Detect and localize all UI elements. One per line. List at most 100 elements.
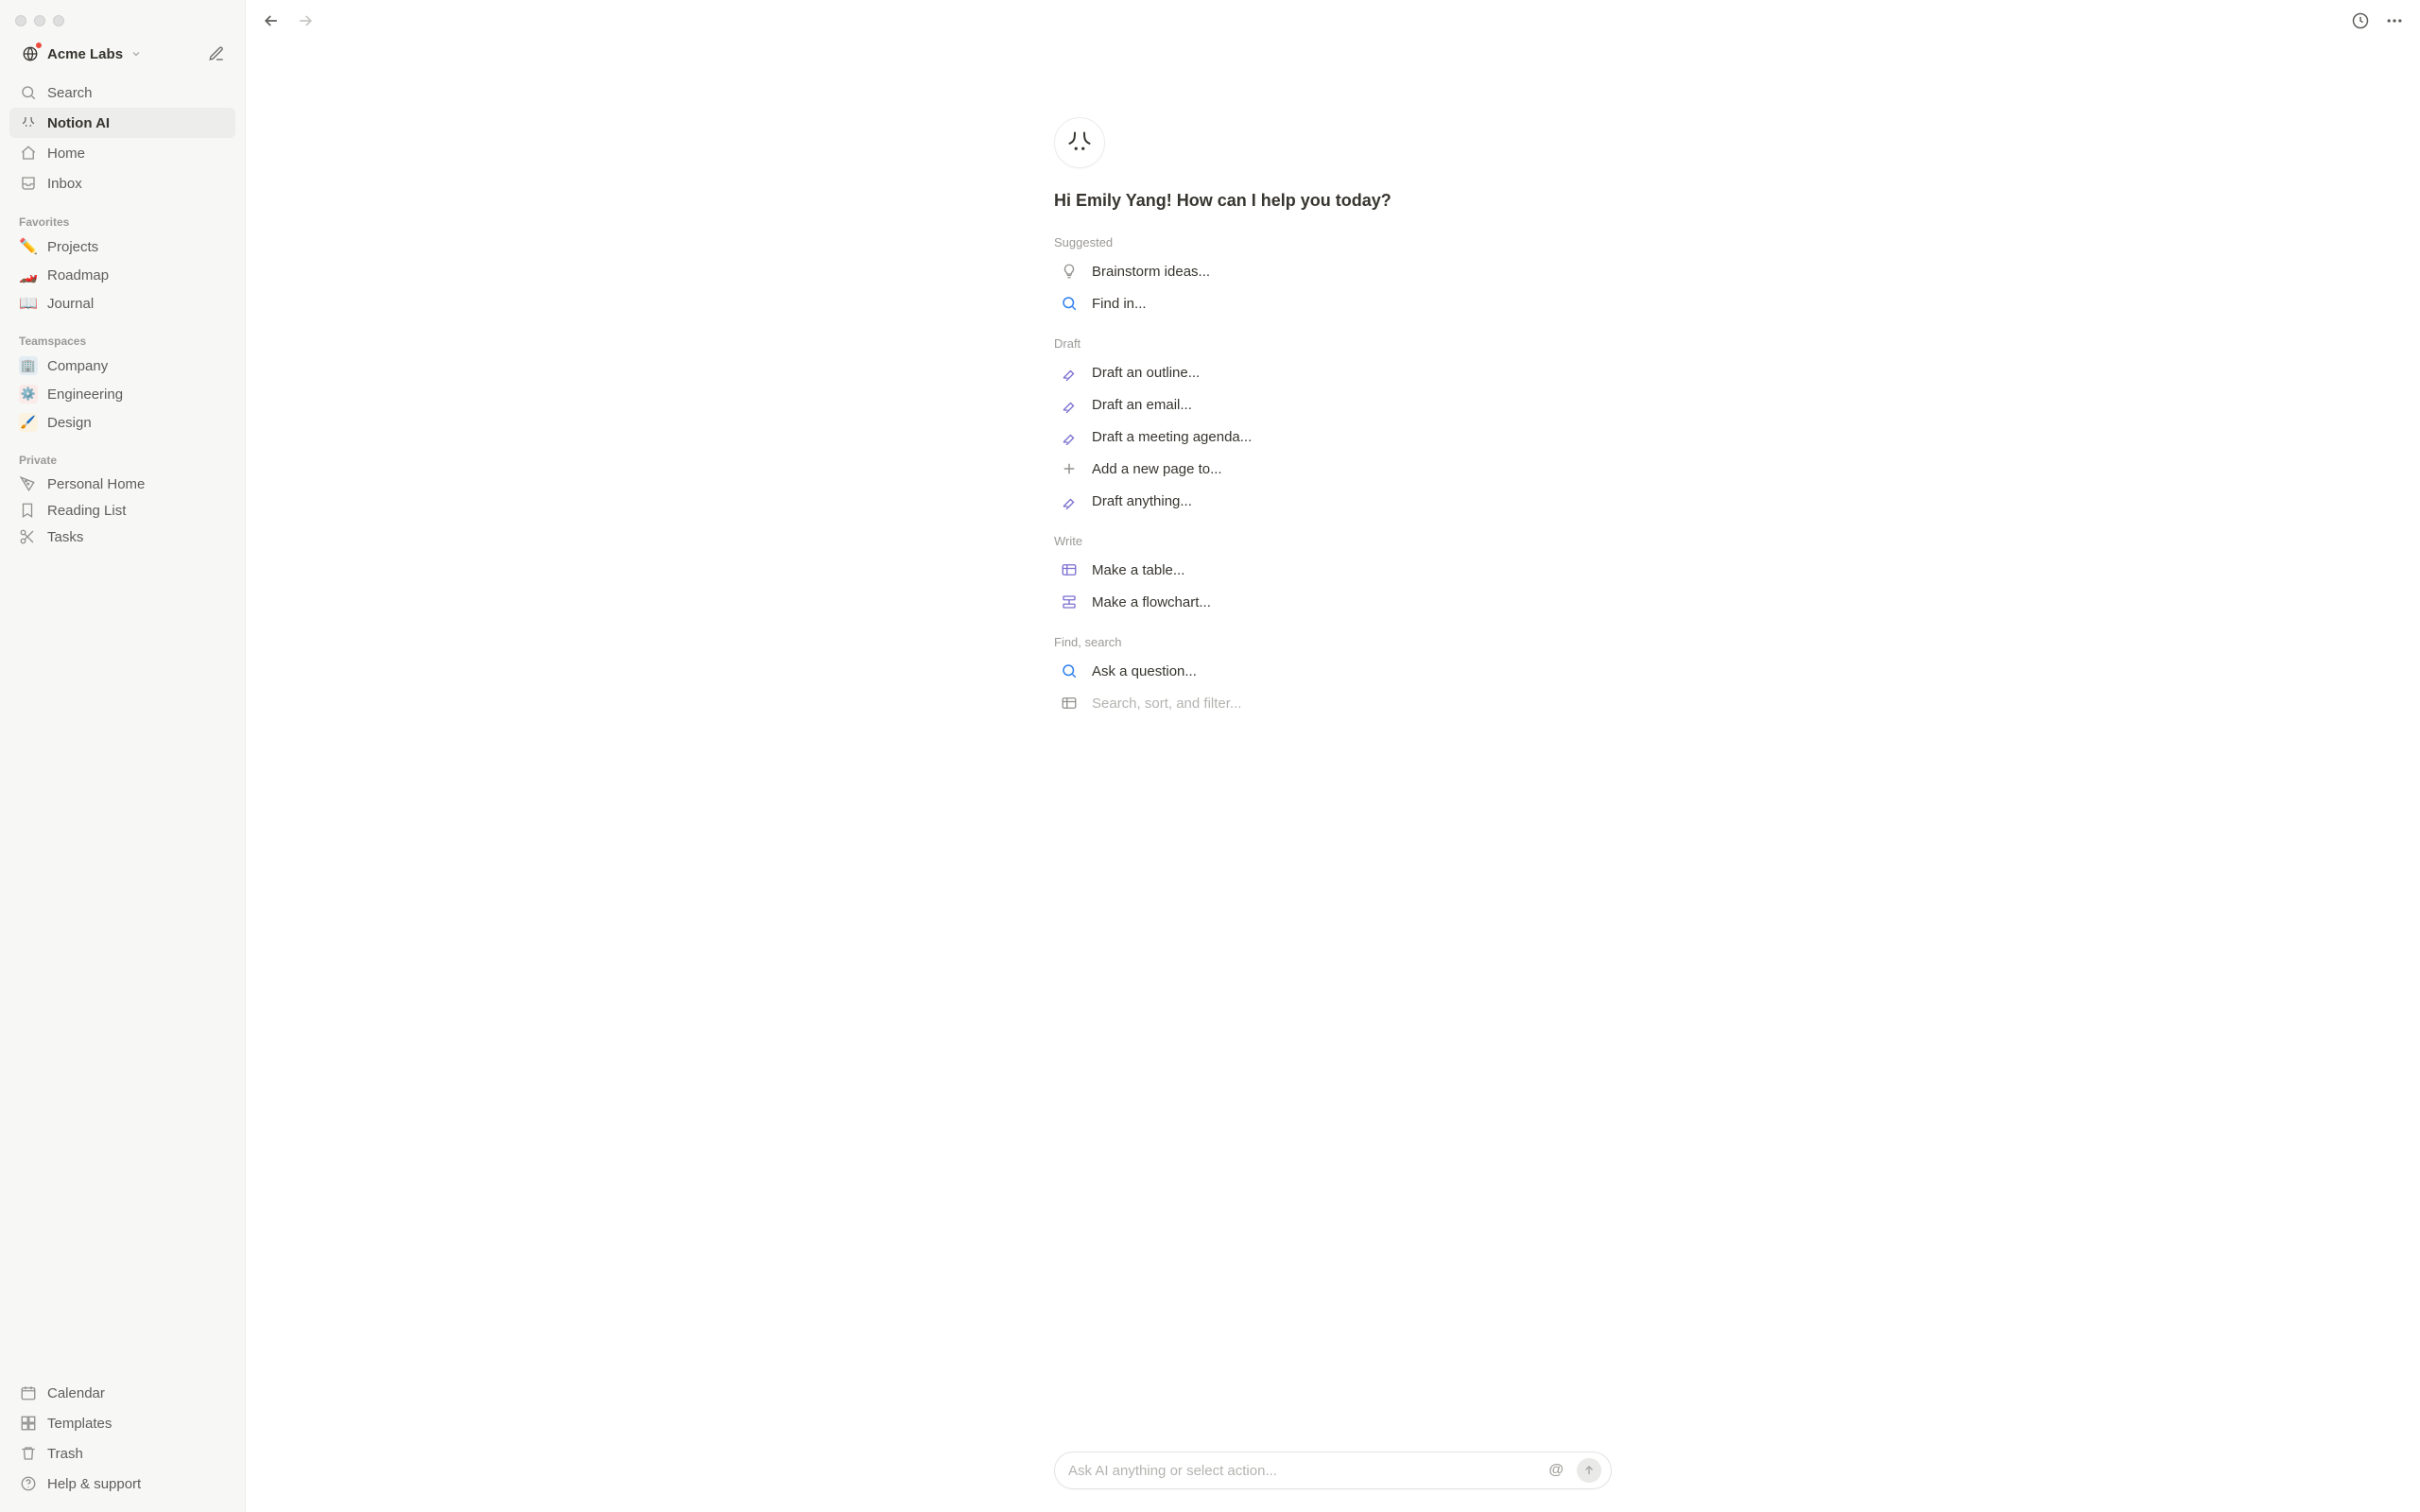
- page-label: Personal Home: [47, 476, 145, 492]
- ai-ask-input[interactable]: [1068, 1463, 1535, 1479]
- action-label: Draft a meeting agenda...: [1092, 429, 1252, 445]
- ai-find-ask[interactable]: Ask a question...: [1054, 655, 1612, 687]
- bookmark-icon: [19, 502, 38, 519]
- pen-icon: [1060, 363, 1079, 382]
- teamspace-item-design[interactable]: 🖌️ Design: [9, 408, 235, 437]
- sidebar-item-templates[interactable]: Templates: [9, 1408, 235, 1438]
- plus-icon: [1060, 459, 1079, 478]
- action-label: Find in...: [1092, 296, 1147, 312]
- page-label: Reading List: [47, 503, 126, 519]
- sidebar-item-help[interactable]: Help & support: [9, 1469, 235, 1499]
- group-title-find: Find, search: [1054, 635, 1612, 649]
- ai-ask-bar[interactable]: @: [1054, 1452, 1612, 1489]
- compose-button[interactable]: [203, 41, 230, 67]
- pen-icon: [1060, 491, 1079, 510]
- ai-suggested-find-in[interactable]: Find in...: [1054, 287, 1612, 319]
- traffic-minimize[interactable]: [34, 15, 45, 26]
- notion-ai-logo: [1054, 117, 1105, 168]
- action-label: Ask a question...: [1092, 663, 1197, 679]
- private-item-reading-list[interactable]: Reading List: [9, 497, 235, 524]
- page-label: Journal: [47, 296, 94, 312]
- page-label: Tasks: [47, 529, 83, 545]
- ai-draft-agenda[interactable]: Draft a meeting agenda...: [1054, 421, 1612, 453]
- notion-ai-icon: [19, 113, 38, 132]
- templates-icon: [19, 1414, 38, 1433]
- history-button[interactable]: [2346, 7, 2375, 35]
- send-button[interactable]: [1577, 1458, 1601, 1483]
- ai-write-flowchart[interactable]: Make a flowchart...: [1054, 586, 1612, 618]
- table-icon: [1060, 694, 1079, 713]
- trash-icon: [19, 1444, 38, 1463]
- mention-button[interactable]: @: [1545, 1462, 1567, 1479]
- private-item-personal-home[interactable]: Personal Home: [9, 471, 235, 497]
- calendar-icon: [19, 1383, 38, 1402]
- group-title-suggested: Suggested: [1054, 235, 1612, 249]
- section-title-favorites: Favorites: [9, 198, 235, 232]
- group-title-write: Write: [1054, 534, 1612, 548]
- globe-icon: [21, 44, 40, 63]
- nav-label: Search: [47, 85, 93, 101]
- teamspace-icon: ⚙️: [19, 385, 38, 404]
- section-title-private: Private: [9, 437, 235, 471]
- action-label: Draft an email...: [1092, 397, 1192, 413]
- page-label: Projects: [47, 239, 98, 255]
- nav-label: Trash: [47, 1446, 83, 1462]
- sidebar-item-trash[interactable]: Trash: [9, 1438, 235, 1469]
- ai-panel: Hi Emily Yang! How can I help you today?…: [1054, 117, 1612, 719]
- action-label: Brainstorm ideas...: [1092, 264, 1210, 280]
- topbar: [246, 0, 2420, 42]
- ai-draft-outline[interactable]: Draft an outline...: [1054, 356, 1612, 388]
- ai-find-search-sort[interactable]: Search, sort, and filter...: [1054, 687, 1612, 719]
- nav-label: Templates: [47, 1416, 112, 1432]
- action-label: Make a flowchart...: [1092, 594, 1211, 610]
- search-icon: [19, 83, 38, 102]
- search-icon: [1060, 662, 1079, 680]
- page-emoji: 📖: [19, 294, 38, 313]
- section-title-teamspaces: Teamspaces: [9, 318, 235, 352]
- page-label: Design: [47, 415, 92, 431]
- ai-draft-add-page[interactable]: Add a new page to...: [1054, 453, 1612, 485]
- nav-label: Notion AI: [47, 115, 110, 131]
- inbox-icon: [19, 174, 38, 193]
- sidebar-item-inbox[interactable]: Inbox: [9, 168, 235, 198]
- window-traffic-lights: [9, 9, 235, 36]
- ai-draft-anything[interactable]: Draft anything...: [1054, 485, 1612, 517]
- sidebar-item-notion-ai[interactable]: Notion AI: [9, 108, 235, 138]
- sidebar: Acme Labs Search: [0, 0, 246, 1512]
- favorite-item-roadmap[interactable]: 🏎️ Roadmap: [9, 261, 235, 289]
- ai-suggested-brainstorm[interactable]: Brainstorm ideas...: [1054, 255, 1612, 287]
- teamspace-item-engineering[interactable]: ⚙️ Engineering: [9, 380, 235, 408]
- ai-write-table[interactable]: Make a table...: [1054, 554, 1612, 586]
- nav-label: Home: [47, 146, 85, 162]
- favorite-item-journal[interactable]: 📖 Journal: [9, 289, 235, 318]
- pen-icon: [1060, 427, 1079, 446]
- pizza-icon: [19, 475, 38, 492]
- traffic-close[interactable]: [15, 15, 26, 26]
- ai-draft-email[interactable]: Draft an email...: [1054, 388, 1612, 421]
- page-label: Company: [47, 358, 108, 374]
- sidebar-item-calendar[interactable]: Calendar: [9, 1378, 235, 1408]
- more-button[interactable]: [2380, 7, 2409, 35]
- notification-dot: [35, 42, 43, 49]
- nav-forward-button[interactable]: [291, 7, 320, 35]
- page-emoji: 🏎️: [19, 266, 38, 284]
- page-label: Engineering: [47, 387, 123, 403]
- private-item-tasks[interactable]: Tasks: [9, 524, 235, 550]
- scissors-icon: [19, 528, 38, 545]
- traffic-zoom[interactable]: [53, 15, 64, 26]
- page-label: Roadmap: [47, 267, 109, 284]
- action-label: Draft an outline...: [1092, 365, 1200, 381]
- home-icon: [19, 144, 38, 163]
- workspace-switcher[interactable]: Acme Labs: [15, 40, 147, 68]
- action-label: Make a table...: [1092, 562, 1184, 578]
- workspace-name: Acme Labs: [47, 46, 123, 62]
- help-icon: [19, 1474, 38, 1493]
- sidebar-item-home[interactable]: Home: [9, 138, 235, 168]
- action-label: Draft anything...: [1092, 493, 1192, 509]
- sidebar-item-search[interactable]: Search: [9, 77, 235, 108]
- action-label: Search, sort, and filter...: [1092, 696, 1241, 712]
- nav-back-button[interactable]: [257, 7, 285, 35]
- group-title-draft: Draft: [1054, 336, 1612, 351]
- teamspace-item-company[interactable]: 🏢 Company: [9, 352, 235, 380]
- favorite-item-projects[interactable]: ✏️ Projects: [9, 232, 235, 261]
